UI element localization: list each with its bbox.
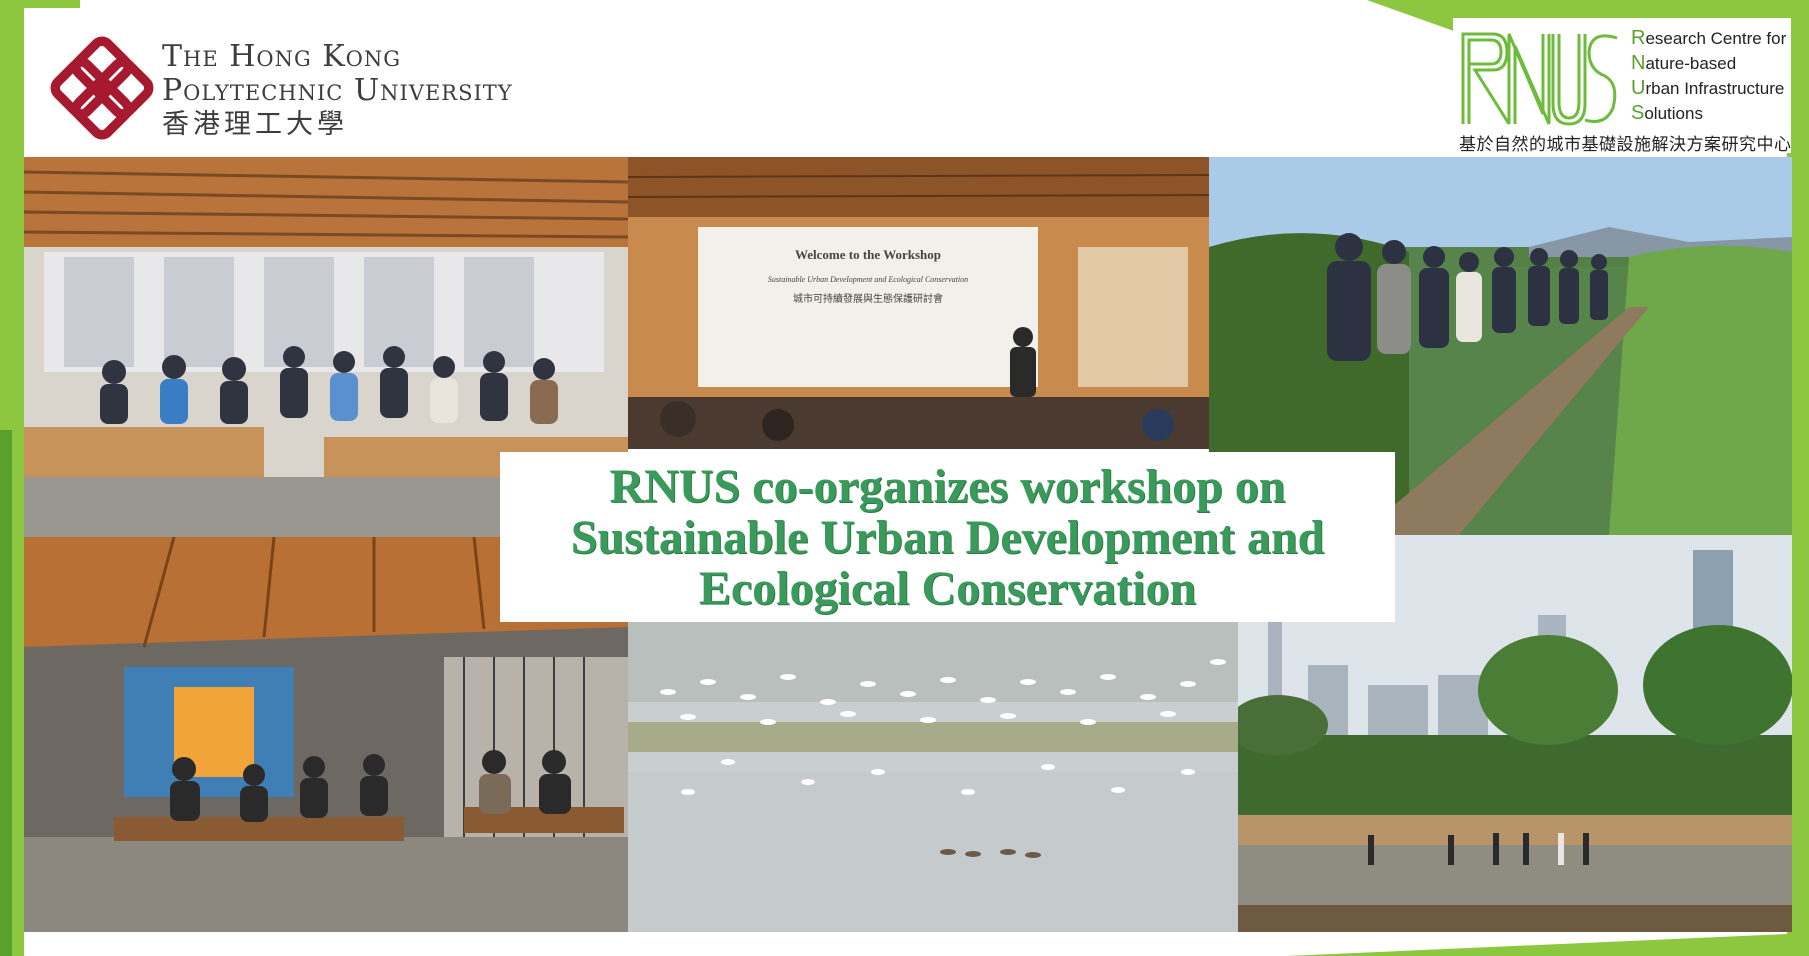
frame-bottom-shard: [1287, 934, 1787, 956]
university-name: The Hong Kong Polytechnic University 香港理…: [162, 40, 513, 142]
workshop-screen-title: Welcome to the Workshop: [794, 247, 941, 262]
rnus-logo-icon: [1461, 32, 1618, 126]
rnus-line-4-rest: olutions: [1644, 104, 1703, 123]
headline-line-2: Sustainable Urban Development and: [570, 510, 1325, 564]
photo-workshop-welcome-screen: Welcome to the Workshop Sustainable Urba…: [628, 157, 1209, 449]
rnus-line-1-rest: esearch Centre for: [1645, 29, 1787, 48]
rnus-line-3-initial: U: [1631, 77, 1646, 99]
rnus-line-4-initial: S: [1631, 102, 1645, 124]
rnus-line-4: Solutions: [1631, 101, 1786, 126]
rnus-line-1-initial: R: [1631, 27, 1646, 49]
rnus-name-lines: Research Centre for Nature-based Urban I…: [1631, 26, 1786, 126]
rnus-logo-block: Research Centre for Nature-based Urban I…: [1453, 18, 1792, 154]
headline-line-1: RNUS co-organizes workshop on: [609, 459, 1286, 513]
rnus-name-zh: 基於自然的城市基礎設施解決方案研究中心: [1459, 135, 1792, 154]
workshop-screen-subtitle: Sustainable Urban Development and Ecolog…: [767, 275, 969, 284]
rnus-line-1: Research Centre for: [1631, 26, 1786, 51]
headline-title: RNUS co-organizes workshop on Sustainabl…: [571, 461, 1324, 614]
rnus-line-3: Urban Infrastructure: [1631, 76, 1786, 101]
rnus-line-2-rest: ature-based: [1645, 54, 1737, 73]
workshop-screen-text: Welcome to the Workshop Sustainable Urba…: [743, 247, 993, 305]
university-name-line2: Polytechnic University: [162, 73, 513, 108]
university-name-zh: 香港理工大學: [162, 109, 348, 140]
headline-banner: RNUS co-organizes workshop on Sustainabl…: [500, 452, 1395, 622]
rnus-line-3-rest: rban Infrastructure: [1645, 79, 1785, 98]
polyu-logo-icon: [50, 36, 154, 140]
rnus-line-2: Nature-based: [1631, 51, 1786, 76]
university-name-line1: The Hong Kong: [162, 39, 402, 74]
photo-egret-flock-wetland: [628, 622, 1238, 932]
rnus-line-2-initial: N: [1631, 52, 1646, 74]
workshop-screen-subtitle-zh: 城市可持續發展與生態保護研討會: [793, 294, 943, 305]
frame-top-accent: [0, 0, 80, 8]
headline-line-3: Ecological Conservation: [698, 561, 1197, 615]
frame-left-accent: [0, 430, 12, 956]
